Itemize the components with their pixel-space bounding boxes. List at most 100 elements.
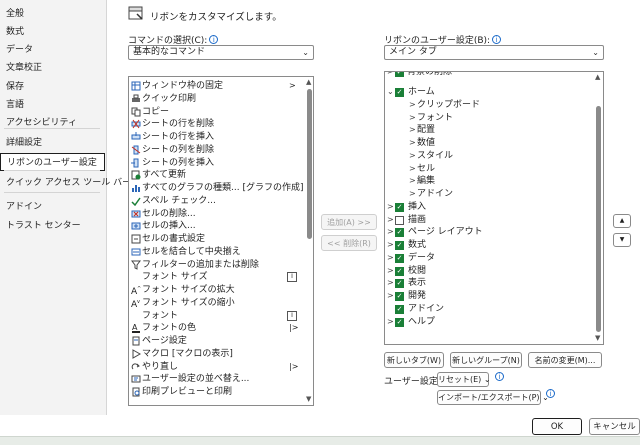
command-item[interactable]: シートの列を削除: [129, 144, 305, 157]
chevron-right-icon[interactable]: >: [409, 188, 416, 201]
command-item[interactable]: やり直し |>: [129, 361, 305, 374]
ok-button[interactable]: OK: [532, 418, 582, 435]
chevron-right-icon[interactable]: >: [387, 290, 394, 303]
checkbox-checked[interactable]: ✓: [395, 88, 404, 97]
tree-item[interactable]: > ✓ 背景の削除: [385, 72, 585, 79]
checkbox-checked[interactable]: ✓: [395, 279, 404, 289]
tree-item[interactable]: > 配置: [385, 124, 590, 137]
tree-scrollbar[interactable]: ▲ ▼: [593, 72, 603, 344]
info-icon[interactable]: i: [492, 35, 502, 44]
command-item[interactable]: シートの行を挿入: [129, 131, 305, 144]
tree-item[interactable]: > ✓ 校閲: [385, 265, 590, 278]
chevron-right-icon[interactable]: >: [387, 226, 394, 239]
commands-list[interactable]: ウィンドウ枠の固定 > クイック印刷 コピー シートの行を削除 シートの行を挿入 シートの列…: [128, 76, 314, 406]
chevron-right-icon[interactable]: >: [409, 175, 416, 188]
chevron-right-icon[interactable]: >: [409, 99, 416, 112]
tree-item[interactable]: > ✓ 挿入: [385, 201, 590, 214]
chevron-right-icon[interactable]: >: [409, 163, 416, 176]
tree-item[interactable]: > セル: [385, 163, 590, 176]
checkbox-checked[interactable]: ✓: [395, 202, 404, 212]
chevron-right-icon[interactable]: >: [387, 252, 394, 265]
command-item[interactable]: フォント I: [129, 310, 305, 323]
tree-item[interactable]: > クリップボード: [385, 99, 590, 112]
scroll-thumb[interactable]: [596, 106, 601, 332]
command-item[interactable]: セルの書式設定: [129, 233, 305, 246]
chevron-right-icon[interactable]: >: [409, 124, 416, 137]
scroll-up-icon[interactable]: ▲: [595, 73, 600, 81]
move-down-button[interactable]: ▼: [613, 233, 631, 247]
checkbox-unchecked[interactable]: ✓: [395, 215, 404, 225]
commands-dropdown[interactable]: 基本的なコマンド ⌄: [128, 45, 314, 60]
checkbox-checked[interactable]: ✓: [395, 253, 404, 263]
remove-button[interactable]: << 削除(R): [321, 235, 377, 251]
command-item[interactable]: セルの削除...: [129, 208, 305, 221]
tree-item[interactable]: > 数値: [385, 137, 590, 150]
tree-item[interactable]: > スタイル: [385, 150, 590, 163]
checkbox-checked[interactable]: ✓: [395, 317, 404, 327]
ribbon-dropdown[interactable]: メイン タブ ⌄: [384, 45, 604, 60]
command-item[interactable]: セルの挿入...: [129, 220, 305, 233]
chevron-right-icon[interactable]: >: [387, 277, 394, 290]
nav-item[interactable]: データ: [0, 41, 105, 59]
nav-item[interactable]: 詳細設定: [0, 134, 105, 152]
info-icon[interactable]: i: [495, 372, 504, 381]
import-export-dropdown[interactable]: インポート/エクスポート(P) ⌄: [437, 390, 549, 405]
tree-item[interactable]: > ✓ ヘルプ: [385, 316, 590, 329]
command-item[interactable]: シートの行を削除: [129, 118, 305, 131]
checkbox-checked[interactable]: ✓: [395, 266, 404, 276]
chevron-right-icon[interactable]: >: [387, 265, 394, 278]
nav-item[interactable]: 全般: [0, 5, 105, 23]
command-item[interactable]: ユーザー設定の並べ替え...: [129, 373, 305, 386]
tree-item[interactable]: > アドイン: [385, 188, 590, 201]
scroll-down-icon[interactable]: ▼: [595, 334, 600, 342]
chevron-right-icon[interactable]: >: [409, 137, 416, 150]
command-item[interactable]: マクロ [マクロの表示]: [129, 348, 305, 361]
nav-item[interactable]: 文章校正: [0, 59, 105, 77]
command-item[interactable]: Av フォント サイズの縮小: [129, 297, 305, 310]
tree-item[interactable]: > ✓ ページ レイアウト: [385, 226, 590, 239]
checkbox-checked[interactable]: ✓: [395, 304, 404, 314]
chevron-right-icon[interactable]: >: [387, 201, 394, 214]
chevron-right-icon[interactable]: >: [409, 112, 416, 125]
checkbox-checked[interactable]: ✓: [395, 228, 404, 238]
commands-scrollbar[interactable]: ▲ ▼: [305, 77, 313, 405]
info-icon[interactable]: i: [546, 389, 555, 398]
tree-item[interactable]: > 編集: [385, 175, 590, 188]
tree-item[interactable]: ⌄ ✓ ホーム: [385, 86, 590, 99]
info-icon[interactable]: i: [209, 35, 219, 44]
checkbox-checked[interactable]: ✓: [395, 241, 404, 250]
command-item[interactable]: 印刷プレビューと印刷: [129, 386, 305, 399]
nav-item[interactable]: クイック アクセス ツール バー: [0, 174, 131, 192]
command-item[interactable]: スペル チェック...: [129, 195, 305, 208]
checkbox-checked[interactable]: ✓: [395, 292, 404, 301]
chevron-right-icon[interactable]: >: [387, 316, 394, 329]
chevron-right-icon[interactable]: >: [387, 214, 394, 227]
command-item[interactable]: すべて更新: [129, 169, 305, 182]
scroll-thumb[interactable]: [307, 89, 312, 239]
command-item[interactable]: A ^ フォント サイズの拡大: [129, 284, 305, 297]
scroll-up-icon[interactable]: ▲: [306, 78, 311, 86]
ribbon-tree[interactable]: > ✓ 背景の削除 ⌄ ✓ ホーム > クリップボード > フォント > 配置 > 数値 > スタイル > セル >…: [384, 71, 604, 345]
command-item[interactable]: シートの列を挿入: [129, 157, 305, 170]
new-tab-button[interactable]: 新しいタブ(W): [384, 352, 444, 368]
tree-item[interactable]: > フォント: [385, 112, 590, 125]
chevron-down-icon[interactable]: ⌄: [387, 86, 394, 99]
chevron-right-icon[interactable]: >: [409, 150, 416, 163]
scroll-down-icon[interactable]: ▼: [306, 395, 311, 403]
command-item[interactable]: ウィンドウ枠の固定 >: [129, 80, 305, 93]
chevron-right-icon[interactable]: >: [387, 239, 394, 252]
command-item[interactable]: ページ設定: [129, 335, 305, 348]
command-item[interactable]: フィルターの追加または削除: [129, 259, 305, 272]
nav-item[interactable]: トラスト センター: [0, 217, 105, 235]
tree-item[interactable]: > ✓ 数式: [385, 239, 590, 252]
command-item[interactable]: クイック印刷: [129, 93, 305, 106]
command-item[interactable]: すべてのグラフの種類... [グラフの作成]: [129, 182, 305, 195]
nav-item[interactable]: リボンのユーザー設定: [0, 153, 105, 171]
tree-item[interactable]: > ✓ 表示: [385, 277, 590, 290]
move-up-button[interactable]: ▲: [613, 214, 631, 228]
nav-item[interactable]: 言語: [0, 96, 105, 114]
new-group-button[interactable]: 新しいグループ(N): [450, 352, 522, 368]
add-button[interactable]: 追加(A) >>: [321, 214, 377, 230]
nav-item[interactable]: 保存: [0, 78, 105, 96]
rename-button[interactable]: 名前の変更(M)...: [528, 352, 602, 368]
